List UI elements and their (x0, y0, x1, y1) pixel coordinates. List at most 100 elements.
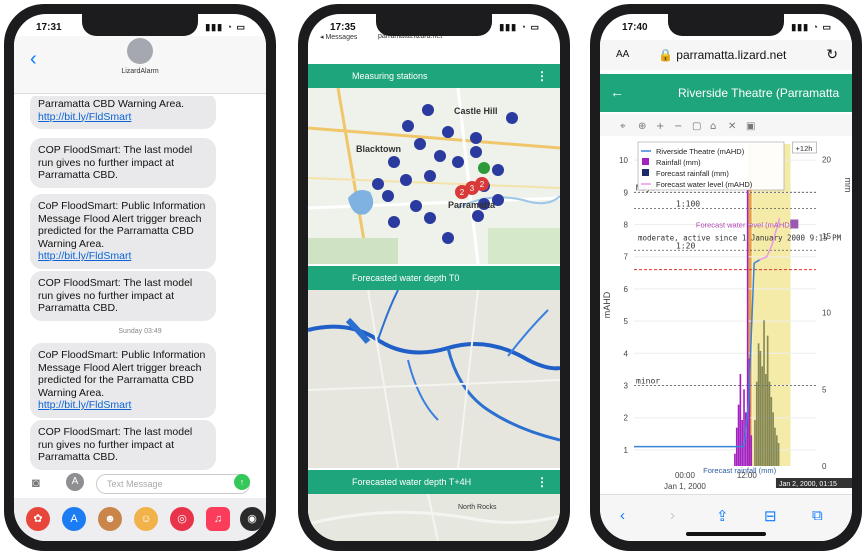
y-tick-label: 4 (624, 349, 629, 358)
message-bubble[interactable]: Parramatta CBD Warning Area. http://bit.… (30, 96, 216, 129)
memoji-app-icon[interactable]: ☻ (98, 507, 122, 531)
y-tick-label: 2 (624, 414, 629, 423)
depth-t0-map[interactable] (308, 290, 560, 468)
app-store-icon[interactable]: A (66, 473, 84, 491)
send-icon[interactable]: ↑ (234, 474, 250, 490)
music-app-icon[interactable]: ♫ (206, 507, 230, 531)
legend-entry: Forecast water level (mAHD) (656, 180, 753, 189)
back-icon[interactable]: ‹ (620, 507, 625, 524)
stations-map[interactable]: 232 Castle Hill Blacktown Parramatta (308, 88, 560, 264)
chart-svg[interactable]: ⌖⊕+−▢⌂✕▣1234567891005101520mAHDmmMajor1:… (600, 114, 852, 494)
forward-icon[interactable]: › (670, 507, 675, 524)
status-time: 17:35 (330, 22, 356, 33)
station-marker[interactable] (414, 138, 426, 150)
station-marker[interactable] (402, 120, 414, 132)
timeseries-chart[interactable]: ⌖⊕+−▢⌂✕▣1234567891005101520mAHDmmMajor1:… (600, 114, 852, 494)
threshold-label: 1:100 (676, 199, 700, 208)
message-link[interactable]: http://bit.ly/FldSmart (38, 399, 208, 412)
station-marker[interactable] (388, 216, 400, 228)
panel-header-depth-t0[interactable]: Forecasted water depth T0 (308, 266, 560, 290)
station-marker-active[interactable] (478, 162, 490, 174)
station-marker[interactable] (400, 174, 412, 186)
signal-wifi-battery-icon: ▮▮▮ ◔ ▭ (205, 22, 246, 32)
station-marker[interactable] (424, 170, 436, 182)
search-images-app-icon[interactable]: ◎ (170, 507, 194, 531)
kebab-menu-icon[interactable]: ⋮ (536, 69, 548, 83)
station-marker[interactable] (424, 212, 436, 224)
avatar[interactable] (127, 38, 153, 64)
station-title: Riverside Theatre (Parramatta (678, 86, 840, 100)
hover-label-forecast-level: Forecast water level (mAHD) (696, 221, 793, 230)
share-icon[interactable]: ⇪ (716, 507, 729, 525)
app-store-app-icon[interactable]: A (62, 507, 86, 531)
animoji-app-icon[interactable]: ☺ (134, 507, 158, 531)
panel-header-stations[interactable]: Measuring stations ⋮ (308, 64, 560, 88)
station-marker[interactable] (470, 132, 482, 144)
forecast-rainfall-bar (777, 443, 780, 466)
station-marker[interactable] (472, 210, 484, 222)
message-bubble[interactable]: COP FloodSmart: The last model run gives… (30, 420, 216, 470)
notch (82, 14, 198, 36)
tabs-icon[interactable]: ⧉ (812, 507, 823, 524)
alarm-cluster-count: 2 (460, 188, 465, 197)
forecast-rainfall-bar (754, 420, 756, 466)
home-indicator (686, 532, 766, 536)
panel-title: Forecasted water depth T0 (352, 273, 460, 283)
y-tick-label: 6 (624, 285, 629, 294)
message-list[interactable]: Parramatta CBD Warning Area. http://bit.… (14, 96, 266, 474)
stations-map-canvas[interactable]: 232 (308, 88, 560, 264)
station-marker[interactable] (434, 150, 446, 162)
station-marker[interactable] (506, 112, 518, 124)
y-tick-label: 7 (624, 253, 629, 262)
activity-app-icon[interactable]: ◉ (240, 507, 264, 531)
panel-header-depth-t4h[interactable]: Forecasted water depth T+4H ⋮ (308, 470, 560, 494)
station-marker[interactable] (410, 200, 422, 212)
rainfall-bar (750, 435, 753, 466)
status-time: 17:40 (622, 22, 648, 33)
message-text: COP FloodSmart: The last model run gives… (38, 144, 193, 181)
message-bubble[interactable]: CoP FloodSmart: Public Information Messa… (30, 194, 216, 269)
message-bubble[interactable]: COP FloodSmart: The last model run gives… (30, 271, 216, 321)
notch (668, 14, 784, 36)
back-to-messages-link[interactable]: ◂ Messages (320, 33, 357, 41)
station-marker[interactable] (470, 146, 482, 158)
station-marker[interactable] (422, 104, 434, 116)
station-marker[interactable] (382, 190, 394, 202)
reload-icon[interactable]: ↻ (826, 46, 838, 63)
station-marker[interactable] (372, 178, 384, 190)
phone-lizard-chart: 17:40 ▮▮▮ ◔ ▭ AA 🔒 parramatta.lizard.net… (590, 4, 862, 551)
station-marker[interactable] (452, 156, 464, 168)
message-bubble[interactable]: CoP FloodSmart: Public Information Messa… (30, 343, 216, 418)
timeseries-app-bar: ← Riverside Theatre (Parramatta (600, 74, 852, 112)
station-marker[interactable] (492, 164, 504, 176)
forecast-rainfall-bar (763, 320, 765, 466)
map-label-castle-hill: Castle Hill (454, 106, 498, 116)
message-link[interactable]: http://bit.ly/FldSmart (38, 111, 208, 124)
bookmarks-icon[interactable]: ⊟ (764, 507, 777, 525)
conversation-header: ‹ LizardAlarm (14, 36, 266, 94)
depth-t4h-map[interactable]: North Rocks (308, 494, 560, 541)
camera-icon[interactable]: ◙ (32, 475, 40, 490)
station-marker[interactable] (388, 156, 400, 168)
photos-app-icon[interactable]: ✿ (26, 507, 50, 531)
threshold-label: 1:20 (676, 241, 695, 250)
message-bubble[interactable]: COP FloodSmart: The last model run gives… (30, 138, 216, 188)
back-arrow-icon[interactable]: ← (610, 84, 624, 100)
modebar-icon: ▢ (692, 121, 701, 132)
composer: ◙ A Text Message ↑ (14, 472, 266, 496)
hover-date-label: Jan 2, 2000, 01:15 (779, 481, 837, 488)
address-field[interactable]: 🔒 parramatta.lizard.net (658, 48, 786, 62)
station-marker[interactable] (442, 126, 454, 138)
signal-wifi-battery-icon: ▮▮▮ ◔ ▭ (791, 22, 832, 32)
lock-icon: 🔒 (658, 48, 673, 62)
kebab-menu-icon[interactable]: ⋮ (536, 475, 548, 489)
message-link[interactable]: http://bit.ly/FldSmart (38, 250, 208, 263)
reader-aa-button[interactable]: AA (616, 49, 629, 60)
contact-name[interactable]: LizardAlarm (14, 68, 266, 75)
imessage-app-drawer: ✿ A ☻ ☺ ◎ ♫ ◉ (14, 498, 266, 541)
phone-lizard-maps: 17:35 ◂ Messages parramatta.lizard.net ▮… (298, 4, 570, 551)
message-input[interactable]: Text Message (96, 474, 250, 494)
message-text: COP FloodSmart: The last model run gives… (38, 426, 193, 463)
station-marker[interactable] (442, 232, 454, 244)
map-label-north-rocks: North Rocks (458, 504, 497, 511)
